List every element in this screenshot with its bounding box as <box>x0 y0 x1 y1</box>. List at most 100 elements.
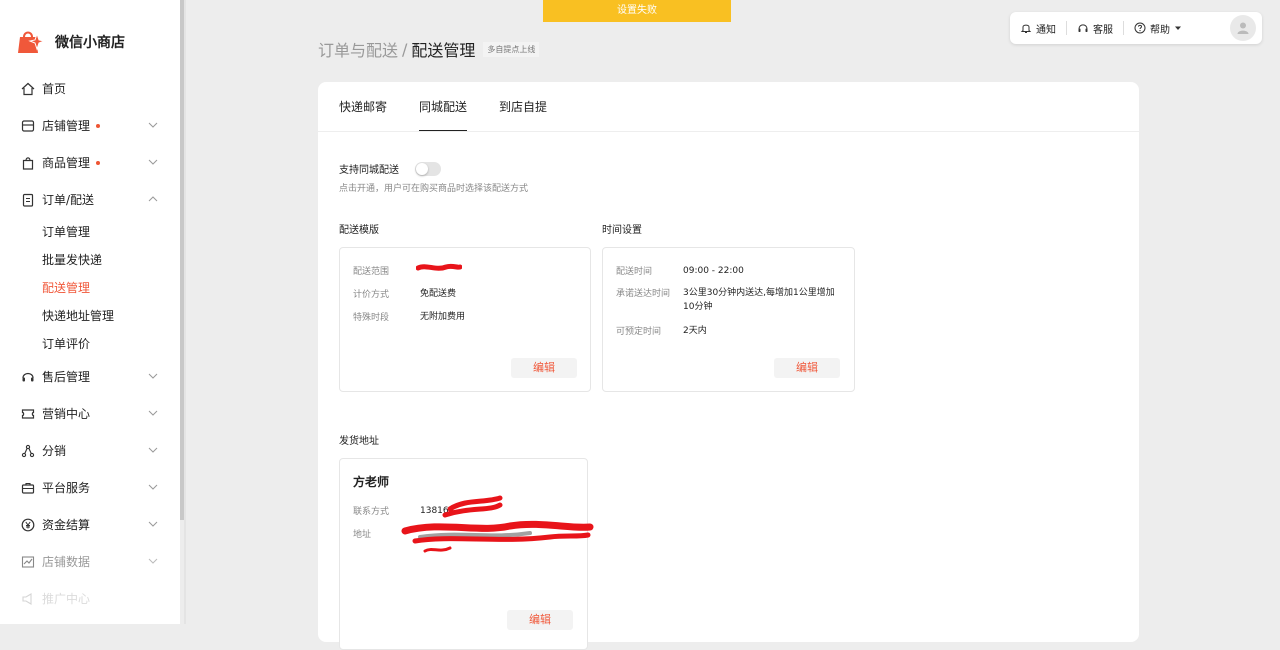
switch-knob <box>416 162 428 175</box>
bell-icon <box>1020 24 1032 33</box>
chevron-down-icon <box>148 521 158 527</box>
caret-down-icon <box>1175 26 1181 30</box>
sidebar-item-home[interactable]: 首页 <box>0 70 180 107</box>
tab-bar: 快递邮寄 同城配送 到店自提 <box>339 82 579 132</box>
time-card: 配送时间 09:00 - 22:00 承诺送达时间 3公里30分钟内送达,每增加… <box>602 247 855 392</box>
sidebar-item-settlement[interactable]: 资金结算 <box>0 506 180 543</box>
notify-label: 通知 <box>1036 24 1056 36</box>
new-badge-dot <box>96 160 101 165</box>
sidebar-item-label: 营销中心 <box>42 407 91 421</box>
edit-address-button[interactable]: 编辑 <box>507 610 573 630</box>
briefcase-icon <box>20 480 36 496</box>
chevron-down-icon <box>148 373 158 379</box>
help-label: 帮助 <box>1150 24 1170 36</box>
main-card: 快递邮寄 同城配送 到店自提 支持同城配送 点击开通，用户可在购买商品时选择该配… <box>318 82 1139 650</box>
template-card: 配送范围 计价方式 免配送费 特殊时段 无附加费用 编辑 <box>339 247 591 392</box>
kv-row: 特殊时段 无附加费用 <box>353 310 465 324</box>
contact-name: 方老师 <box>353 475 390 489</box>
kv-row: 计价方式 免配送费 <box>353 287 456 301</box>
breadcrumb-parent-link[interactable]: 订单与配送 <box>318 37 398 61</box>
sidebar-subitem-order-manage[interactable]: 订单管理 <box>0 218 180 246</box>
sidebar-subitem-address-manage[interactable]: 快递地址管理 <box>0 302 180 330</box>
sidebar-item-platform-services[interactable]: 平台服务 <box>0 469 180 506</box>
chevron-down-icon <box>148 122 158 128</box>
kv-value: 无附加费用 <box>420 312 466 322</box>
kv-value: 09:00 - 22:00 <box>683 266 744 276</box>
kv-value: 免配送费 <box>420 289 457 299</box>
edit-template-button[interactable]: 编辑 <box>511 358 577 378</box>
breadcrumb-separator: / <box>402 39 408 59</box>
sidebar-item-label: 订单/配送 <box>42 193 95 207</box>
sidebar-menu: 首页 店铺管理 商品管理 订单/配送 订单管理 批量发快递 配送管理 快递地址管… <box>0 70 180 617</box>
page-title: 配送管理 <box>411 41 476 60</box>
sidebar-item-label: 推广中心 <box>42 592 91 606</box>
toggle-label: 支持同城配送 <box>339 165 399 176</box>
kv-key: 特殊时段 <box>353 313 390 323</box>
new-badge-dot <box>96 123 101 128</box>
sidebar-item-promotion[interactable]: 推广中心 <box>0 580 180 617</box>
kv-key: 承诺送达时间 <box>616 289 671 299</box>
avatar[interactable] <box>1230 15 1256 41</box>
help-dropdown[interactable]: 帮助 <box>1124 12 1196 44</box>
template-section-title: 配送模版 <box>339 225 379 236</box>
sidebar-item-label: 首页 <box>42 82 67 96</box>
sidebar-item-label: 分销 <box>42 444 67 458</box>
customer-service-button[interactable]: 客服 <box>1067 12 1123 44</box>
sidebar-item-label: 资金结算 <box>42 518 91 532</box>
kv-row: 可预定时间 2天内 <box>616 324 707 338</box>
chevron-down-icon <box>148 558 158 564</box>
order-icon <box>20 192 36 208</box>
sidebar-item-label: 平台服务 <box>42 481 91 495</box>
brand[interactable]: 微信小商店 <box>17 28 125 56</box>
feature-tag: 多自提点上线 <box>483 41 540 57</box>
toggle-hint: 点击开通，用户可在购买商品时选择该配送方式 <box>339 184 529 194</box>
sidebar-item-orders[interactable]: 订单/配送 <box>0 181 180 218</box>
breadcrumb: 订单与配送 / 配送管理 多自提点上线 <box>318 37 540 61</box>
chevron-down-icon <box>148 484 158 490</box>
sidebar-item-label: 店铺数据 <box>42 555 91 569</box>
redaction-scribble <box>401 495 594 553</box>
share-icon <box>20 443 36 459</box>
sidebar-item-distribution[interactable]: 分销 <box>0 432 180 469</box>
chevron-down-icon <box>148 159 158 165</box>
sidebar-item-label: 商品管理 <box>42 156 91 170</box>
local-delivery-switch[interactable] <box>415 161 441 176</box>
sidebar-item-label: 店铺管理 <box>42 119 91 133</box>
home-icon <box>20 81 36 97</box>
kv-key: 配送范围 <box>353 267 390 277</box>
address-section-title: 发货地址 <box>339 436 379 447</box>
tab-express[interactable]: 快递邮寄 <box>339 82 387 132</box>
edit-time-button[interactable]: 编辑 <box>774 358 840 378</box>
local-delivery-toggle-row: 支持同城配送 <box>339 161 441 176</box>
sidebar: 微信小商店 首页 店铺管理 商品管理 订单/配送 订单管理 批量发快递 配送管理… <box>0 0 180 624</box>
kv-row: 承诺送达时间 3公里30分钟内送达,每增加1公里增加10分钟 <box>616 286 846 314</box>
notify-button[interactable]: 通知 <box>1010 12 1066 44</box>
sidebar-subitem-bulk-ship[interactable]: 批量发快递 <box>0 246 180 274</box>
sidebar-item-after-sales[interactable]: 售后管理 <box>0 358 180 395</box>
megaphone-icon <box>20 591 36 607</box>
help-icon <box>1134 22 1146 34</box>
sidebar-item-store[interactable]: 店铺管理 <box>0 107 180 144</box>
chevron-down-icon <box>148 410 158 416</box>
sidebar-item-products[interactable]: 商品管理 <box>0 144 180 181</box>
redaction-scribble <box>416 263 462 271</box>
kv-key: 可预定时间 <box>616 327 662 337</box>
error-toast: 设置失败 <box>543 0 731 22</box>
user-icon <box>1237 22 1249 34</box>
headset-icon <box>1078 24 1088 32</box>
tab-pickup[interactable]: 到店自提 <box>499 82 547 132</box>
sidebar-subitem-order-review[interactable]: 订单评价 <box>0 330 180 358</box>
sidebar-divider <box>184 0 186 624</box>
tab-local-delivery[interactable]: 同城配送 <box>419 82 468 132</box>
kv-value: 3公里30分钟内送达,每增加1公里增加10分钟 <box>683 288 835 312</box>
sidebar-item-marketing[interactable]: 营销中心 <box>0 395 180 432</box>
sidebar-item-store-data[interactable]: 店铺数据 <box>0 543 180 580</box>
sidebar-subitem-delivery-manage[interactable]: 配送管理 <box>0 274 180 302</box>
shop-bag-logo-icon <box>17 28 46 56</box>
headset-icon <box>20 369 36 385</box>
kv-value: 2天内 <box>683 326 707 336</box>
store-icon <box>20 118 36 134</box>
chevron-up-icon <box>148 196 158 202</box>
yen-icon <box>20 517 36 533</box>
kv-key: 计价方式 <box>353 290 390 300</box>
